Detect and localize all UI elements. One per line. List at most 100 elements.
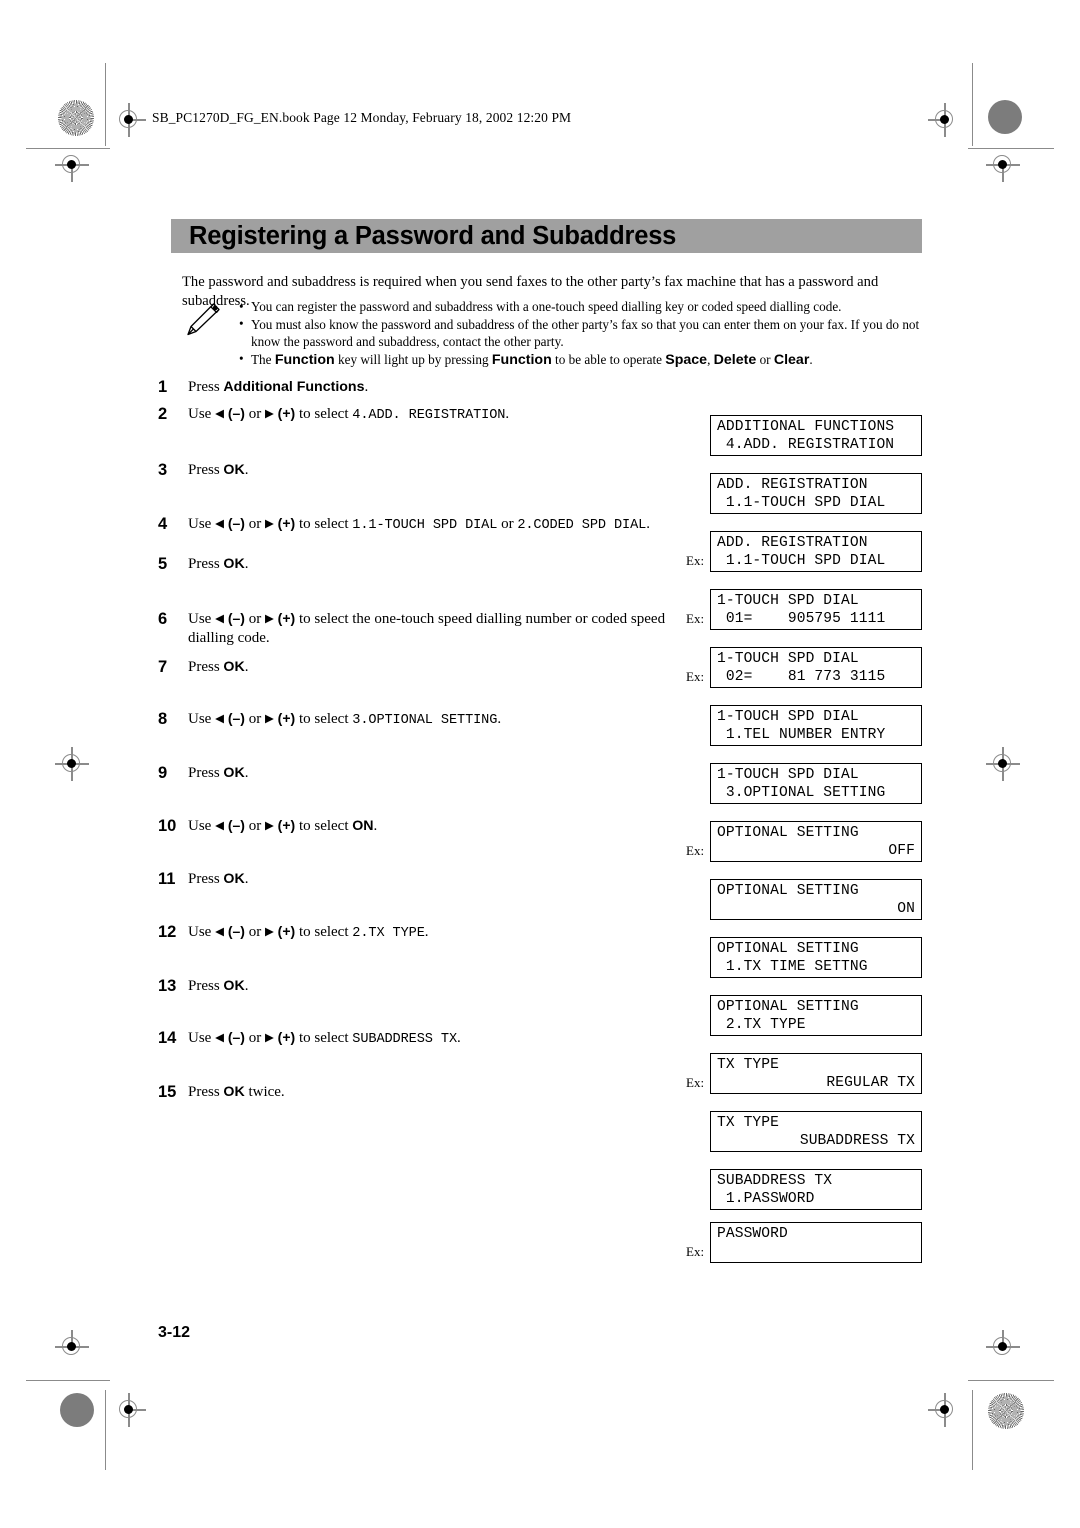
text-run: . [364,379,369,395]
emphasis-key-label: Function [274,351,335,368]
example-label: Ex: [686,1075,705,1090]
text-run: Press [188,658,224,675]
lcd-panel-list: ADDITIONAL FUNCTIONS 4.ADD. REGISTRATION… [686,415,936,1267]
text-run: . [646,516,650,533]
lcd-line-2: REGULAR TX [826,1075,915,1091]
emphasis-key-label: Space [665,351,708,368]
step-number: 5 [158,555,168,574]
lcd-line-1: PASSWORD [717,1226,788,1242]
text-run: Use [188,611,216,628]
text-run: . [809,351,813,367]
lcd-line-2: 3.OPTIONAL SETTING [717,785,886,801]
text-run: . [373,818,378,835]
lcd-panel-row: SUBADDRESS TX 1.PASSWORD [686,1169,936,1214]
lcd-display: 1-TOUCH SPD DIAL 3.OPTIONAL SETTING [710,763,922,804]
text-run: Use [188,923,216,940]
emphasis-key-label: ON [352,818,374,835]
step-text: Use ◀ (–) or ▶ (+) to select 3.OPTIONAL … [188,710,678,730]
procedure-step: 6 Use ◀ (–) or ▶ (+) to select the one-to… [158,610,678,648]
lcd-line-1: OPTIONAL SETTING [717,999,859,1015]
text-run: to select [295,711,353,728]
direction-arrow-icon: ▶ [264,516,274,531]
lcd-panel-row: OPTIONAL SETTING 2.TX TYPE [686,995,936,1040]
lcd-display: OPTIONAL SETTING 1.TX TIME SETTNG [710,937,922,978]
direction-arrow-icon: ▶ [264,611,274,626]
lcd-line-2: 4.ADD. REGISTRATION [717,437,895,453]
page-title: Registering a Password and Subaddress [189,222,677,250]
text-run: Use [188,818,216,835]
lcd-line-2 [717,1243,917,1261]
procedure-step: 15 Press OK twice. [158,1083,678,1102]
plus-minus-label: (+) [273,817,296,834]
emphasis-key-label: Additional Functions [223,379,365,395]
lcd-display: OPTIONAL SETTING 2.TX TYPE [710,995,922,1036]
density-patch-top-right [988,100,1022,134]
step-number: 13 [158,976,177,995]
procedure-step: 12 Use ◀ (–) or ▶ (+) to select 2.TX TYPE… [158,923,678,943]
text-run: to be able to operate [551,351,666,367]
text-run: or [244,1030,265,1047]
text-run: . [244,765,249,782]
text-run: Press [188,461,224,478]
example-label: Ex: [686,1244,705,1259]
text-run: or [244,923,265,940]
plus-minus-label: (+) [273,610,296,627]
plus-minus-label: (–) [223,922,245,939]
lcd-line-2: 1.TEL NUMBER ENTRY [717,727,886,743]
procedure-step: 11 Press OK. [158,870,678,889]
note-bullet: You can register the password and subadd… [238,297,922,315]
step-number: 7 [158,657,168,676]
lcd-line-1: OPTIONAL SETTING [717,825,859,841]
plus-minus-label: (+) [273,404,296,421]
step-number: 14 [158,1029,177,1048]
plus-minus-label: (+) [273,515,296,532]
procedure-step: 14 Use ◀ (–) or ▶ (+) to select SUBADDRES… [158,1029,678,1049]
lcd-line-2: 1.PASSWORD [717,1191,815,1207]
emphasis-key-label: OK [223,461,245,478]
note-block: You can register the password and subadd… [182,297,922,370]
trim-line-top-left-vertical [105,63,107,146]
direction-arrow-icon: ▶ [264,1030,274,1045]
text-run: twice. [244,1084,285,1101]
text-run: . [244,658,249,675]
lcd-panel-row: 1-TOUCH SPD DIAL 3.OPTIONAL SETTING [686,763,936,808]
trim-line-upper-left-horizontal [26,148,110,150]
step-text: Use ◀ (–) or ▶ (+) to select the one-tou… [188,610,678,648]
lcd-display: 1-TOUCH SPD DIAL 01= 905795 1111 [710,589,922,630]
trim-line-lower-right-horizontal [968,1380,1054,1382]
direction-arrow-icon: ◀ [215,818,224,833]
step-number: 3 [158,460,168,479]
page-folio: 3-12 [158,1324,191,1341]
plus-minus-label: (–) [223,1029,245,1046]
lcd-display: SUBADDRESS TX 1.PASSWORD [710,1169,922,1210]
lcd-line-1: TX TYPE [717,1115,780,1131]
procedure-step: 8 Use ◀ (–) or ▶ (+) to select 3.OPTIONAL… [158,710,678,730]
step-number: 11 [158,869,176,888]
example-label: Ex: [686,553,705,568]
trim-line-bottom-left-vertical [105,1390,107,1470]
registration-mark-lower-left [55,1330,89,1364]
lcd-panel-row: Ex: 1-TOUCH SPD DIAL 02= 81 773 3115 [686,647,936,692]
procedure-step: 4 Use ◀ (–) or ▶ (+) to select 1.1-TOUCH … [158,515,678,535]
procedure-step: 9 Press OK. [158,764,678,783]
text-run: Press [188,765,224,782]
lcd-line-2: 1.TX TIME SETTNG [717,959,868,975]
example-label: Ex: [686,611,705,626]
step-text: Press OK. [188,461,678,480]
procedure-step: 10 Use ◀ (–) or ▶ (+) to select ON. [158,817,678,836]
lcd-line-2: ON [897,901,915,917]
direction-arrow-icon: ▶ [264,711,274,726]
emphasis-key-label: Delete [713,351,757,368]
emphasis-key-label: Clear [773,351,810,368]
trim-line-top-right-vertical [972,63,974,146]
text-run: , [707,351,714,367]
step-number: 12 [158,922,177,941]
lcd-panel-row: OPTIONAL SETTING 1.TX TIME SETTNG [686,937,936,982]
procedure-step: 1 Press Additional Functions. [158,378,678,397]
trim-line-bottom-right-vertical [972,1390,974,1470]
lcd-panel-row: 1-TOUCH SPD DIAL 1.TEL NUMBER ENTRY [686,705,936,750]
plus-minus-label: (+) [273,922,296,939]
registration-mark-lower-right [986,1330,1020,1364]
text-run: . [457,1030,461,1047]
step-text: Use ◀ (–) or ▶ (+) to select 2.TX TYPE. [188,923,678,943]
